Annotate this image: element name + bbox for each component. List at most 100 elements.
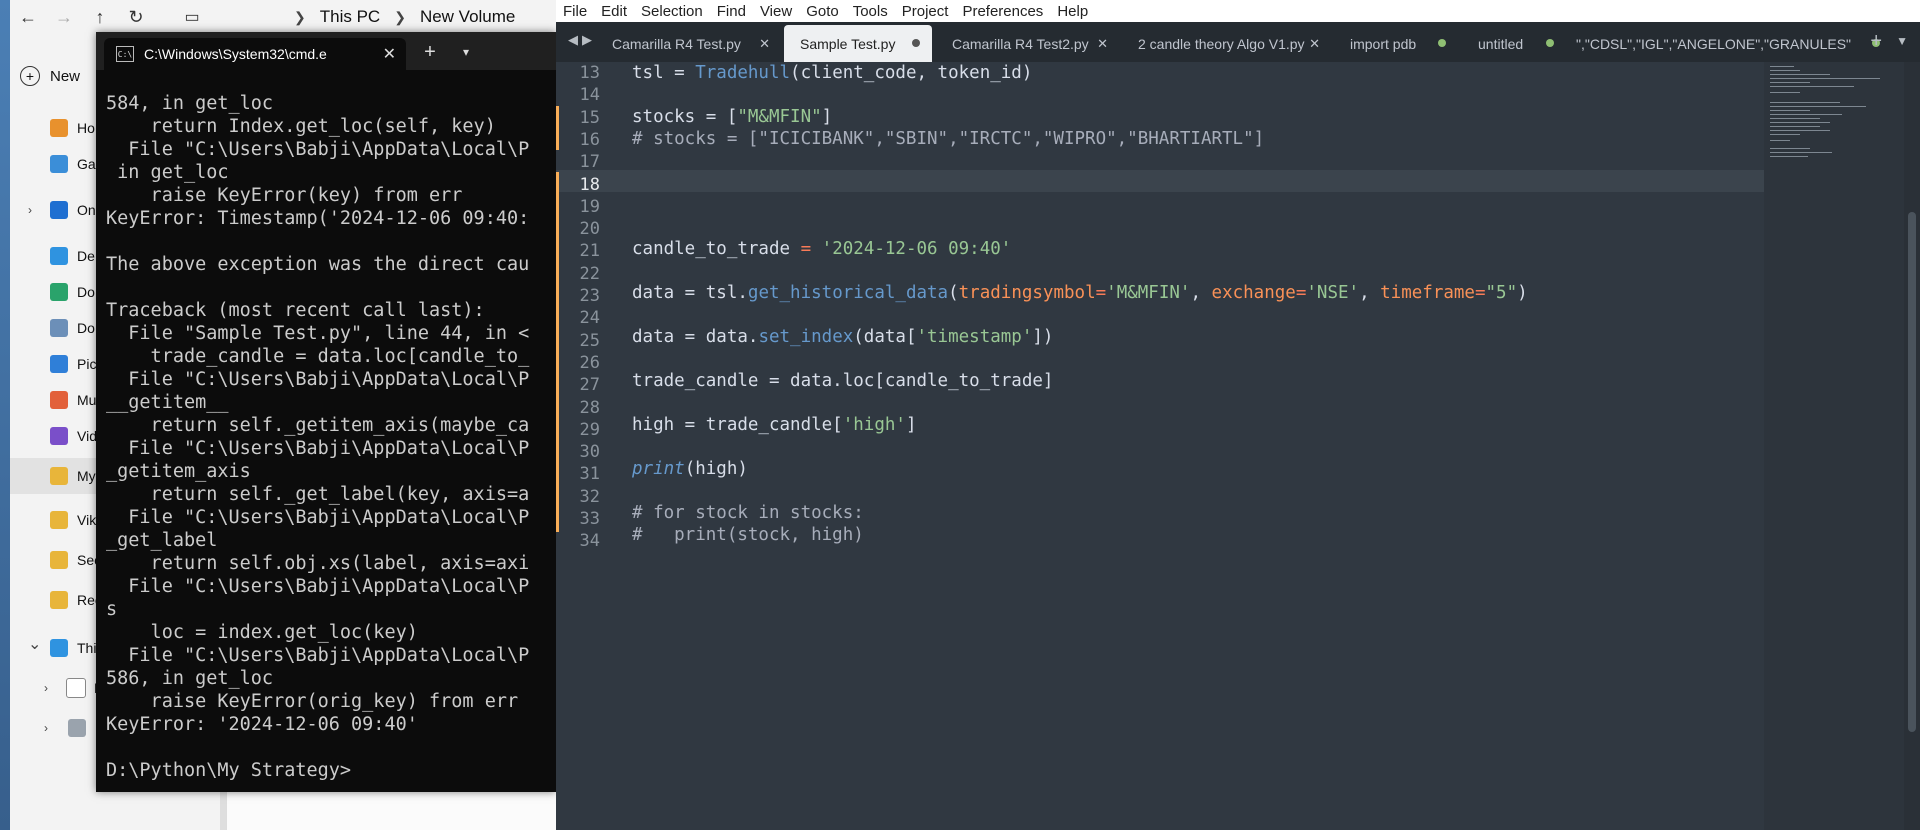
cmd-output-line: File "Sample Test.py", line 44, in < bbox=[106, 323, 530, 344]
editor-tab[interactable]: Camarilla R4 Test2.py ✕ bbox=[936, 25, 1118, 62]
new-tab-plus-icon[interactable]: + bbox=[418, 40, 442, 64]
line-number: 19 bbox=[579, 196, 600, 217]
menu-item-file[interactable]: File bbox=[563, 3, 587, 20]
up-arrow-icon[interactable]: ↑ bbox=[82, 0, 118, 34]
cmd-output-line: s bbox=[106, 599, 118, 620]
editor-tab-label: import pdb bbox=[1350, 35, 1417, 52]
unsaved-dot-icon[interactable] bbox=[912, 39, 920, 47]
cmd-output-line: KeyError: '2024-12-06 09:40' bbox=[106, 714, 418, 735]
editor-tab[interactable]: ","CDSL","IGL","ANGELONE","GRANULES" bbox=[1570, 25, 1892, 62]
code-line-32: # for stock in stocks: bbox=[632, 503, 864, 523]
cmd-output-line: loc = index.get_loc(key) bbox=[106, 622, 418, 643]
forward-arrow-icon[interactable]: → bbox=[46, 0, 82, 34]
desktop: ← → ↑ ↻ ▭ ❯ This PC ❯ New Volume + New H… bbox=[0, 0, 1920, 830]
line-number: 18 bbox=[579, 174, 600, 195]
editor-tab[interactable]: untitled bbox=[1462, 25, 1566, 62]
close-tab-icon[interactable]: ✕ bbox=[383, 44, 396, 64]
line-number: 14 bbox=[579, 85, 600, 106]
breadcrumb-chevron-icon: ❯ bbox=[294, 8, 306, 25]
line-number: 26 bbox=[579, 352, 600, 373]
editor-tab[interactable]: Camarilla R4 Test.py ✕ bbox=[596, 25, 780, 62]
line-number: 28 bbox=[579, 397, 600, 418]
close-tab-icon[interactable]: ✕ bbox=[759, 36, 770, 52]
menu-item-edit[interactable]: Edit bbox=[601, 3, 627, 20]
chevron-right-icon[interactable]: › bbox=[44, 721, 48, 735]
minimap-line bbox=[1770, 118, 1820, 119]
menu-item-goto[interactable]: Goto bbox=[806, 3, 839, 20]
unsaved-dot-icon[interactable] bbox=[1546, 39, 1554, 47]
sidebar-item-label: Pic bbox=[77, 356, 97, 372]
line-number: 21 bbox=[579, 241, 600, 262]
line-number: 29 bbox=[579, 419, 600, 440]
minimap-line bbox=[1770, 74, 1830, 75]
cmd-output-line: __getitem__ bbox=[106, 392, 229, 413]
menu-bar: File Edit Selection Find View Goto Tools Projec… bbox=[556, 0, 1920, 22]
menu-item-tools[interactable]: Tools bbox=[853, 3, 888, 20]
cmd-output-line: KeyError: Timestamp('2024-12-06 09:40: bbox=[106, 208, 530, 229]
menu-item-project[interactable]: Project bbox=[902, 3, 949, 20]
sidebar-item-label: Ho bbox=[77, 120, 95, 136]
cmd-output-line: File "C:\Users\Babji\AppData\Local\P bbox=[106, 438, 530, 459]
cmd-output-line: return self.obj.xs(label, axis=axi bbox=[106, 553, 530, 574]
menu-item-selection[interactable]: Selection bbox=[641, 3, 703, 20]
tab-list-chevron-down-icon[interactable]: ▼ bbox=[1896, 34, 1908, 48]
minimap[interactable] bbox=[1764, 62, 1904, 830]
desktop-wallpaper-strip bbox=[0, 0, 10, 830]
back-arrow-icon[interactable]: ← bbox=[10, 0, 46, 34]
sublime-editor-window: File Edit Selection Find View Goto Tools Projec… bbox=[556, 0, 1920, 830]
cmd-output[interactable]: 584, in get_loc return Index.get_loc(sel… bbox=[106, 92, 556, 792]
folder-icon bbox=[50, 551, 68, 569]
code-line-22: data = tsl.get_historical_data(tradingsy… bbox=[632, 283, 1528, 303]
menu-item-preferences[interactable]: Preferences bbox=[962, 3, 1043, 20]
breadcrumb-new-volume[interactable]: New Volume bbox=[420, 7, 515, 27]
cmd-output-line: _getitem_axis bbox=[106, 461, 251, 482]
tab-scroll-arrows-icon[interactable]: ◀▶ bbox=[568, 32, 596, 48]
cmd-output-line: trade_candle = data.loc[candle_to_ bbox=[106, 346, 530, 367]
editor-tab-label: Camarilla R4 Test.py bbox=[612, 35, 741, 52]
vertical-scrollbar[interactable] bbox=[1904, 62, 1920, 830]
scrollbar-thumb[interactable] bbox=[1908, 212, 1916, 732]
new-button[interactable]: + New bbox=[20, 60, 80, 92]
editor-tab[interactable]: import pdb bbox=[1334, 25, 1458, 62]
line-number-gutter: 13 14 15 16 17 18 19 20 21 22 23 24 25 26 27 28 29 30 31 32… bbox=[556, 62, 626, 830]
sidebar-item-label: On bbox=[77, 202, 96, 218]
tab-sample-test[interactable]: Sample Test.py bbox=[784, 25, 932, 62]
line-number: 25 bbox=[579, 330, 600, 351]
folder-icon bbox=[50, 427, 68, 445]
close-tab-icon[interactable]: ✕ bbox=[1309, 36, 1320, 52]
folder-icon bbox=[50, 247, 68, 265]
folder-icon bbox=[50, 283, 68, 301]
minimap-line bbox=[1770, 110, 1810, 111]
minimap-line bbox=[1770, 156, 1808, 157]
menu-item-find[interactable]: Find bbox=[717, 3, 746, 20]
cmd-tab[interactable]: C:\ C:\Windows\System32\cmd.e ✕ bbox=[104, 38, 406, 70]
breadcrumb-this-pc[interactable]: This PC bbox=[320, 7, 380, 27]
minimap-line bbox=[1770, 152, 1832, 153]
close-tab-icon[interactable]: ✕ bbox=[1097, 36, 1108, 52]
chevron-down-icon[interactable]: ⌄ bbox=[28, 634, 41, 654]
minimap-line bbox=[1770, 122, 1830, 123]
line-number: 24 bbox=[579, 308, 600, 329]
code-line-24: data = data.set_index(data['timestamp']) bbox=[632, 327, 1054, 347]
line-number: 34 bbox=[579, 531, 600, 552]
cmd-output-line: raise KeyError(key) from err bbox=[106, 185, 463, 206]
minimap-line bbox=[1770, 106, 1866, 107]
chevron-right-icon[interactable]: › bbox=[28, 203, 32, 217]
chevron-down-icon[interactable]: ▾ bbox=[454, 40, 478, 64]
sidebar-item-label: Thi bbox=[77, 640, 97, 656]
code-area[interactable]: tsl = Tradehull(client_code, token_id) s… bbox=[632, 62, 1742, 830]
cmd-output-line: File "C:\Users\Babji\AppData\Local\P bbox=[106, 645, 530, 666]
terminal-icon: C:\ bbox=[116, 46, 134, 62]
monitor-icon[interactable]: ▭ bbox=[174, 0, 210, 34]
folder-icon bbox=[50, 591, 68, 609]
minimap-line bbox=[1770, 70, 1800, 71]
editor-tab[interactable]: 2 candle theory Algo V1.py ✕ bbox=[1122, 25, 1330, 62]
cmd-titlebar: C:\ C:\Windows\System32\cmd.e ✕ + ▾ bbox=[96, 32, 556, 70]
refresh-icon[interactable]: ↻ bbox=[118, 0, 154, 34]
cmd-tab-title: C:\Windows\System32\cmd.e bbox=[144, 46, 327, 62]
menu-item-help[interactable]: Help bbox=[1057, 3, 1088, 20]
menu-item-view[interactable]: View bbox=[760, 3, 792, 20]
unsaved-dot-icon[interactable] bbox=[1438, 39, 1446, 47]
chevron-right-icon[interactable]: › bbox=[44, 681, 48, 695]
new-tab-plus-icon[interactable]: + bbox=[1870, 30, 1882, 53]
